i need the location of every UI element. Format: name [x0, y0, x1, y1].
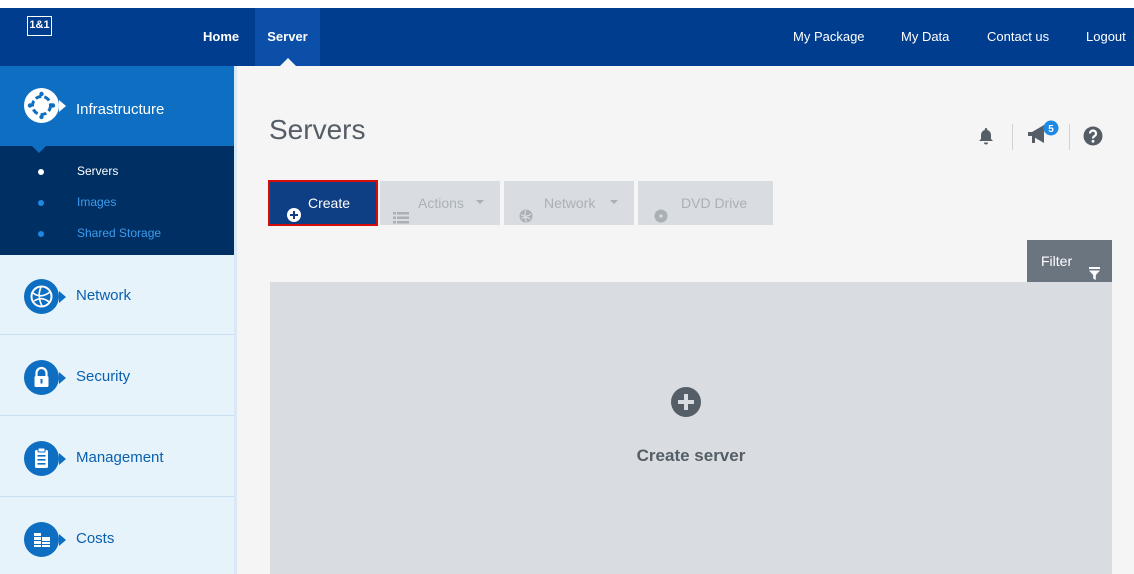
nav-my-data[interactable]: My Data: [901, 8, 949, 66]
list-icon: [393, 197, 409, 241]
bullet-icon: [38, 200, 44, 206]
filter-label: Filter: [1041, 253, 1073, 269]
dvd-label: DVD Drive: [681, 195, 748, 211]
plus-circle-icon: [287, 196, 301, 238]
page-title: Servers: [269, 114, 366, 145]
network-globe-icon: [24, 279, 66, 314]
header-divider: [1069, 124, 1070, 150]
create-button[interactable]: Create: [270, 182, 376, 224]
brand-logo[interactable]: 1&1: [27, 16, 52, 36]
nav-my-package[interactable]: My Package: [793, 8, 865, 66]
coins-icon: [24, 522, 66, 557]
sidebar-item-label: Costs: [76, 530, 115, 547]
network-label: Network: [544, 195, 596, 211]
nav-home[interactable]: Home: [203, 8, 239, 66]
nav-server[interactable]: Server: [255, 8, 320, 66]
active-section-notch: [32, 146, 46, 153]
bell-icon[interactable]: [978, 127, 994, 150]
top-navigation: 1&1 Home Server My Package My Data Conta…: [0, 8, 1134, 66]
megaphone-icon[interactable]: 5: [1026, 119, 1060, 152]
dvd-drive-button[interactable]: DVD Drive: [638, 181, 773, 225]
sidebar: Infrastructure Servers Images Shared Sto…: [0, 66, 234, 574]
sidebar-item-costs[interactable]: Costs: [0, 498, 234, 574]
clipboard-icon: [24, 441, 66, 476]
actions-dropdown[interactable]: Actions: [380, 181, 500, 225]
main-content: Servers 5 Create Actions Network DVD Dri…: [237, 66, 1134, 574]
notification-badge: 5: [1048, 124, 1054, 135]
create-button-highlight: Create: [268, 180, 378, 226]
nav-logout[interactable]: Logout: [1086, 8, 1126, 66]
help-icon[interactable]: [1083, 126, 1103, 151]
network-globe-icon: [519, 196, 533, 240]
lock-icon: [24, 360, 66, 395]
subnav-item-images[interactable]: Images: [0, 192, 234, 214]
sidebar-item-management[interactable]: Management: [0, 417, 234, 497]
plus-circle-icon: [671, 387, 701, 417]
create-label: Create: [308, 195, 351, 211]
sidebar-item-label: Network: [76, 287, 132, 304]
subnav-item-servers[interactable]: Servers: [0, 161, 234, 183]
sidebar-item-label: Management: [76, 449, 164, 466]
create-server-panel[interactable]: Create server: [270, 282, 1112, 574]
chevron-down-icon: [610, 200, 618, 204]
header-divider: [1012, 124, 1013, 150]
nav-contact-us[interactable]: Contact us: [987, 8, 1049, 66]
disc-icon: [654, 196, 668, 240]
nav-server-label: Server: [267, 29, 308, 44]
sidebar-subnav: Servers Images Shared Storage: [0, 146, 234, 255]
filter-button[interactable]: Filter: [1027, 240, 1112, 282]
bullet-icon: [38, 231, 44, 237]
chevron-down-icon: [476, 200, 484, 204]
sidebar-item-security[interactable]: Security: [0, 336, 234, 416]
active-nav-caret: [280, 58, 296, 66]
subnav-item-shared-storage[interactable]: Shared Storage: [0, 223, 234, 245]
sidebar-item-infrastructure[interactable]: Infrastructure: [0, 66, 234, 153]
bullet-icon: [38, 169, 44, 175]
create-server-label: Create server: [636, 446, 746, 465]
sidebar-item-network[interactable]: Network: [0, 255, 234, 335]
subnav-label: Images: [77, 195, 117, 209]
subnav-label: Shared Storage: [77, 226, 162, 240]
network-dropdown[interactable]: Network: [504, 181, 634, 225]
actions-label: Actions: [418, 195, 464, 211]
sidebar-item-label: Infrastructure: [76, 101, 165, 118]
infrastructure-icon: [24, 88, 66, 123]
sidebar-item-label: Security: [76, 368, 131, 385]
subnav-label: Servers: [77, 164, 119, 178]
